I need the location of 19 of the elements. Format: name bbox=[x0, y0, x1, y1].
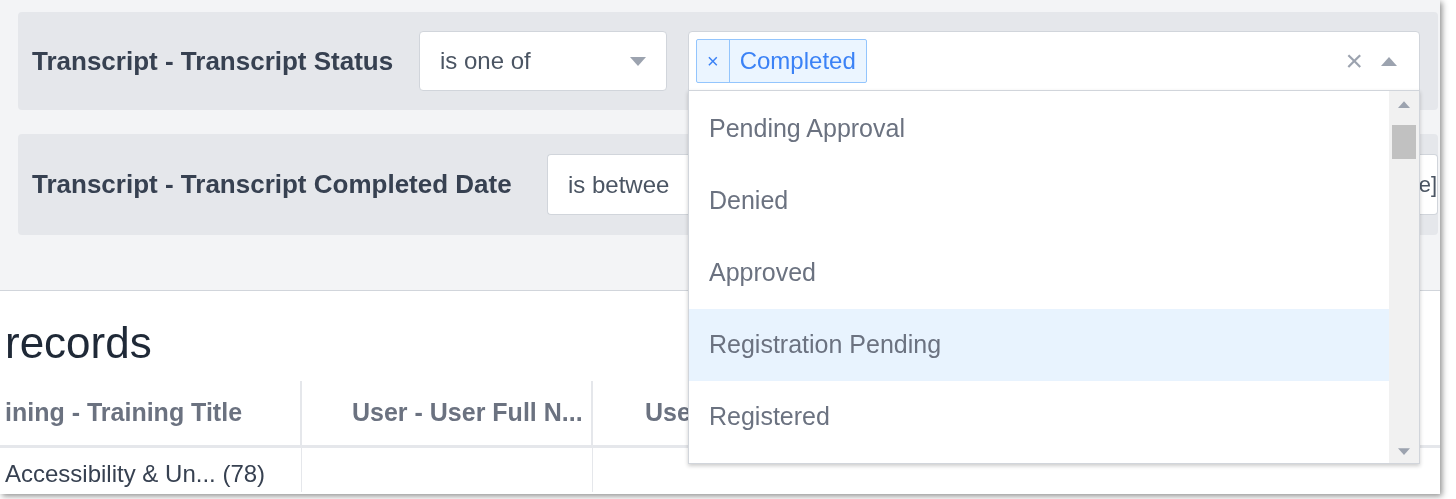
operator-select[interactable]: is betwee bbox=[547, 154, 688, 215]
dropdown-option[interactable]: Registration Pending bbox=[689, 309, 1389, 381]
value-tag: × Completed bbox=[696, 39, 867, 83]
value-select[interactable]: × Completed × bbox=[688, 30, 1420, 92]
caret-icon bbox=[630, 56, 646, 66]
filter-label: Transcript - Transcript Status bbox=[32, 45, 394, 76]
remove-tag-button[interactable]: × bbox=[697, 40, 730, 82]
column-header[interactable]: User - User Full N... bbox=[302, 381, 593, 445]
scrollbar-thumb[interactable] bbox=[1392, 125, 1416, 159]
scroll-up-icon bbox=[1398, 101, 1410, 108]
table-cell: Accessibility & Un... (78) bbox=[0, 448, 302, 492]
results-heading: records bbox=[4, 317, 152, 369]
value-field[interactable]: e] bbox=[1418, 154, 1438, 215]
filter-label: Transcript - Transcript Completed Date bbox=[32, 169, 512, 199]
clear-button[interactable]: × bbox=[1345, 46, 1363, 76]
scroll-down-icon bbox=[1398, 448, 1410, 455]
scrollbar[interactable] bbox=[1389, 91, 1419, 463]
column-header[interactable]: ining - Training Title bbox=[0, 381, 302, 445]
operator-select[interactable]: is one of bbox=[419, 31, 667, 91]
